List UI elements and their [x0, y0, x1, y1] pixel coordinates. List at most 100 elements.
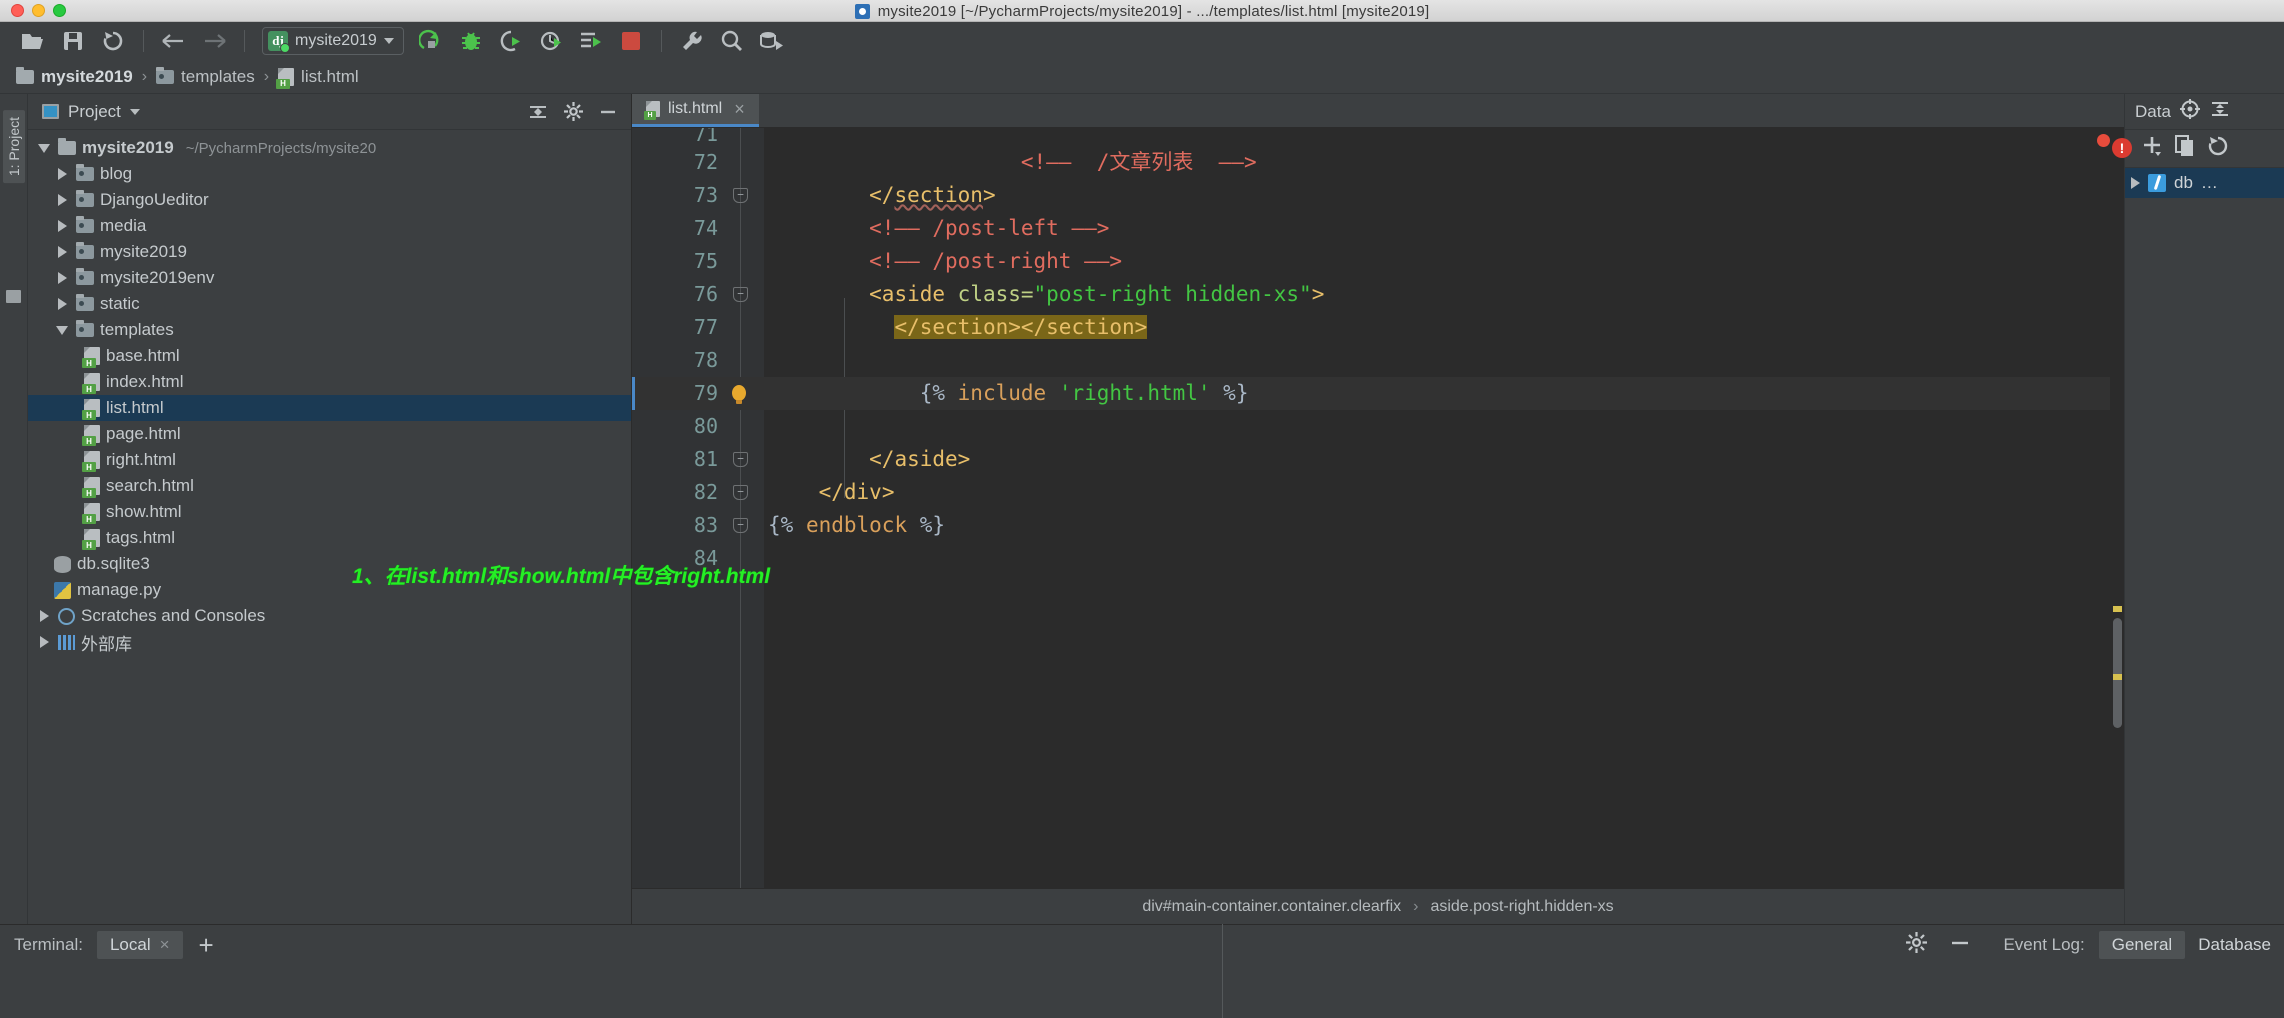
chevron-right-icon[interactable] — [57, 168, 67, 180]
run-coverage-icon[interactable] — [492, 26, 530, 56]
gear-icon[interactable] — [560, 100, 586, 124]
code-line-74[interactable]: 74 <!—— /post-left ——> — [632, 212, 2124, 245]
run-manage-task-icon[interactable] — [572, 26, 610, 56]
add-terminal-button[interactable]: + — [199, 932, 214, 958]
tree-row-static[interactable]: static — [28, 291, 631, 317]
code-line-73[interactable]: 73 − </section> — [632, 179, 2124, 212]
tree-row-external-libraries[interactable]: 外部库 — [28, 629, 631, 655]
tree-row-scratches[interactable]: Scratches and Consoles — [28, 603, 631, 629]
terminal-tab-local[interactable]: Local × — [96, 931, 183, 959]
event-log-tab-general[interactable]: General — [2098, 931, 2186, 959]
close-icon[interactable]: × — [160, 935, 170, 955]
breadcrumb-item-project[interactable]: mysite2019 — [16, 66, 133, 87]
back-arrow-icon[interactable] — [155, 26, 193, 56]
intention-bulb-icon[interactable] — [730, 383, 748, 405]
duplicate-icon[interactable] — [2175, 135, 2195, 162]
stop-icon[interactable] — [612, 26, 650, 56]
tree-label: list.html — [106, 398, 164, 417]
run-configuration-selector[interactable]: dj mysite2019 — [262, 27, 404, 55]
project-tree[interactable]: mysite2019 ~/PycharmProjects/mysite20 bl… — [28, 130, 631, 655]
code-editor[interactable]: 71 72 <!—— /文章列表 ——> 73 − </section> 74 … — [632, 128, 2124, 888]
code-line-72[interactable]: 72 <!—— /文章列表 ——> — [632, 146, 2124, 179]
scrollbar-thumb[interactable] — [2113, 618, 2122, 728]
tree-row-mysite2019[interactable]: mysite2019 ~/PycharmProjects/mysite20 — [28, 135, 631, 161]
settings-wrench-icon[interactable] — [673, 26, 711, 56]
code-line-76[interactable]: 76 − <aside class="post-right hidden-xs"… — [632, 278, 2124, 311]
tree-row-db-sqlite3[interactable]: db.sqlite3 — [28, 551, 631, 577]
status-breadcrumb-item[interactable]: aside.post-right.hidden-xs — [1430, 898, 1613, 916]
editor-scrollbar[interactable] — [2110, 128, 2124, 888]
chevron-right-icon[interactable] — [39, 636, 49, 648]
code-line-80[interactable]: 80 — [632, 410, 2124, 443]
code-line-79[interactable]: 79 {% include 'right.html' %} — [632, 377, 2124, 410]
breadcrumb-item-templates[interactable]: templates — [156, 66, 255, 87]
tree-row-manage-py[interactable]: manage.py — [28, 577, 631, 603]
panel-divider — [1222, 924, 1223, 1018]
tree-row-mysite2019env[interactable]: mysite2019env — [28, 265, 631, 291]
target-icon[interactable] — [2179, 98, 2201, 125]
hide-icon[interactable] — [1949, 935, 1971, 956]
tree-row-blog[interactable]: blog — [28, 161, 631, 187]
chevron-down-icon[interactable] — [56, 325, 68, 335]
fold-collapse-icon[interactable]: − — [733, 452, 748, 467]
fold-collapse-icon[interactable]: − — [733, 485, 748, 500]
refresh-icon[interactable] — [2207, 135, 2229, 162]
chevron-right-icon[interactable] — [57, 220, 67, 232]
sync-icon[interactable] — [94, 26, 132, 56]
open-project-icon[interactable] — [14, 26, 52, 56]
forward-arrow-icon[interactable] — [195, 26, 233, 56]
profile-icon[interactable] — [532, 26, 570, 56]
chevron-down-icon[interactable] — [38, 143, 50, 153]
run-icon[interactable] — [412, 26, 450, 56]
chevron-right-icon[interactable] — [57, 298, 67, 310]
data-source-row-db[interactable]: db … — [2125, 168, 2284, 198]
chevron-right-icon[interactable] — [57, 246, 67, 258]
chevron-down-icon[interactable] — [383, 38, 394, 44]
gear-icon[interactable] — [1906, 932, 1928, 958]
tree-row-page-html[interactable]: page.html — [28, 421, 631, 447]
tree-row-search-html[interactable]: search.html — [28, 473, 631, 499]
editor-tab-list-html[interactable]: list.html × — [632, 94, 759, 127]
code-line-83[interactable]: 83 − {% endblock %} — [632, 509, 2124, 542]
chevron-right-icon[interactable] — [2131, 177, 2140, 189]
chevron-right-icon[interactable] — [39, 610, 49, 622]
code-line-75[interactable]: 75 <!—— /post-right ——> — [632, 245, 2124, 278]
structure-icon[interactable] — [6, 290, 21, 303]
tree-row-list-html[interactable]: list.html — [28, 395, 631, 421]
tree-row-right-html[interactable]: right.html — [28, 447, 631, 473]
fold-collapse-icon[interactable]: − — [733, 188, 748, 203]
collapse-all-icon[interactable] — [525, 100, 551, 124]
event-log-tab-database[interactable]: Database — [2185, 931, 2284, 959]
database-console-icon[interactable] — [753, 26, 791, 56]
close-icon[interactable]: × — [734, 100, 745, 118]
tree-row-media[interactable]: media — [28, 213, 631, 239]
tree-row-templates[interactable]: templates — [28, 317, 631, 343]
debug-icon[interactable] — [452, 26, 490, 56]
code-line-81[interactable]: 81 − </aside> — [632, 443, 2124, 476]
breadcrumb-item-file[interactable]: list.html — [276, 67, 359, 89]
tree-row-tags-html[interactable]: tags.html — [28, 525, 631, 551]
code-line-84[interactable]: 84 — [632, 542, 2124, 575]
code-line-77[interactable]: 77 </section></section> — [632, 311, 2124, 344]
search-icon[interactable] — [713, 26, 751, 56]
fold-collapse-icon[interactable]: − — [733, 518, 748, 533]
chevron-right-icon[interactable] — [57, 194, 67, 206]
status-breadcrumb-item[interactable]: div#main-container.container.clearfix — [1142, 898, 1401, 916]
chevron-right-icon[interactable] — [57, 272, 67, 284]
hide-icon[interactable] — [595, 100, 621, 124]
fold-collapse-icon[interactable]: − — [733, 287, 748, 302]
tree-row-djangoueditor[interactable]: DjangoUeditor — [28, 187, 631, 213]
chevron-down-icon[interactable] — [129, 108, 140, 115]
add-icon[interactable] — [2141, 135, 2163, 162]
tree-row-base-html[interactable]: base.html — [28, 343, 631, 369]
code-line-82[interactable]: 82 − </div> — [632, 476, 2124, 509]
collapse-all-icon[interactable] — [2209, 99, 2231, 124]
tool-window-tab-project[interactable]: 1: Project — [3, 110, 25, 184]
error-badge[interactable]: ! — [2112, 138, 2132, 158]
save-all-icon[interactable] — [54, 26, 92, 56]
tree-row-index-html[interactable]: index.html — [28, 369, 631, 395]
code-line-78[interactable]: 78 — [632, 344, 2124, 377]
tree-row-show-html[interactable]: show.html — [28, 499, 631, 525]
tree-row-mysite2019-app[interactable]: mysite2019 — [28, 239, 631, 265]
